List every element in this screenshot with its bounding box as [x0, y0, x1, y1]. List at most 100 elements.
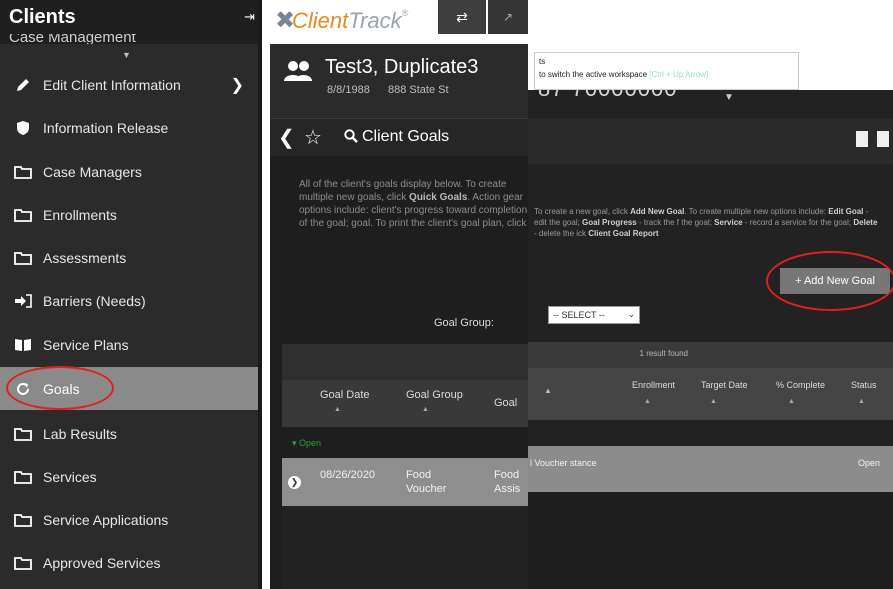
sidebar-item-label: Case Managers — [43, 163, 142, 180]
clienttrack-logo[interactable]: ClientTrack® — [292, 8, 408, 34]
edit-goal-link[interactable]: Edit Goal — [828, 207, 863, 216]
sidebar-item-information-release[interactable]: Information Release — [0, 106, 258, 149]
cell-goal: l Voucher stance — [530, 458, 597, 468]
pdf-icon[interactable] — [856, 131, 868, 147]
table-header: Goal Date ▲ Goal Group ▲ Goal — [282, 380, 528, 427]
cell-goal: Food Assis — [494, 469, 521, 495]
folder-icon — [12, 554, 34, 572]
sidebar-item-services[interactable]: Services — [0, 455, 258, 498]
pencil-icon — [12, 76, 34, 94]
column-header-target-date[interactable]: Target Date — [701, 380, 748, 390]
delete-link[interactable]: Delete — [853, 218, 877, 227]
client-goals-right-panel: 87 70000000 ▼ ts to switch the active wo… — [528, 0, 893, 589]
shield-icon — [12, 119, 34, 137]
folder-icon — [12, 511, 34, 529]
panel-divider — [262, 0, 270, 589]
screenshot-root: Clients ⇥ Case Management ▼ Edit Client … — [0, 0, 893, 589]
client-goal-report-link[interactable]: Client Goal Report — [588, 229, 658, 238]
sidebar-item-service-applications[interactable]: Service Applications — [0, 498, 258, 541]
client-name: Test3, Duplicate3 — [325, 56, 479, 78]
sort-icon[interactable]: ▲ — [788, 398, 795, 405]
quick-goals-link[interactable]: Quick Goals — [409, 192, 467, 203]
service-link[interactable]: Service — [714, 218, 742, 227]
table-header: ▲ Enrollment ▲ Target Date ▲ % Complete … — [528, 368, 893, 420]
description-text: - delete the — [534, 229, 575, 238]
sidebar-item-label: Service Applications — [43, 511, 169, 528]
workspace-tooltip: ts to switch the active workspace [Ctrl … — [534, 52, 799, 90]
column-header-percent-complete[interactable]: % Complete — [776, 380, 825, 390]
folder-icon — [12, 425, 34, 443]
description-text: ick — [576, 229, 587, 238]
add-new-goal-link[interactable]: Add New Goal — [630, 207, 684, 216]
sidebar-item-label: Services — [43, 468, 97, 485]
switch-workspace-button[interactable]: ⇄ — [438, 0, 486, 34]
cell-status: Open — [858, 458, 881, 468]
swap-icon: ⇄ — [456, 8, 468, 25]
sidebar-item-service-plans[interactable]: Service Plans — [0, 323, 258, 366]
sort-icon[interactable]: ▲ — [644, 398, 651, 405]
sidebar-item-assessments[interactable]: Assessments — [0, 236, 258, 279]
people-icon — [284, 60, 312, 87]
sidebar-item-case-managers[interactable]: Case Managers — [0, 150, 258, 193]
sort-icon[interactable]: ▲ — [544, 386, 552, 395]
client-address: 888 State St — [388, 84, 449, 96]
description-text: - track the — [638, 218, 675, 227]
sidebar-item-edit-client-information[interactable]: Edit Client Information ❯ — [0, 63, 258, 106]
chevron-down-icon[interactable]: ▼ — [724, 92, 734, 103]
description-text: f the goal; — [676, 218, 712, 227]
book-icon — [12, 336, 34, 354]
description-text: . To create multiple new — [684, 207, 769, 216]
chevron-down-icon[interactable]: ▼ — [122, 50, 131, 60]
page-nav-bar: ❮ ☆ Client Goals — [270, 118, 528, 156]
sidebar-item-barriers[interactable]: Barriers (Needs) — [0, 279, 258, 322]
column-header-goal-group[interactable]: Goal Group — [406, 389, 463, 401]
sidebar-title: Clients — [9, 6, 76, 28]
goal-progress-link[interactable]: Goal Progress — [582, 218, 637, 227]
sort-icon[interactable]: ▲ — [710, 398, 717, 405]
column-header-enrollment[interactable]: Enrollment — [632, 380, 675, 390]
folder-icon — [12, 206, 34, 224]
chevron-right-icon: ❯ — [230, 77, 244, 94]
sidebar-item-lab-results[interactable]: Lab Results — [0, 412, 258, 455]
sign-in-icon — [12, 292, 34, 310]
table-row[interactable] — [282, 458, 528, 506]
page-title: Client Goals — [362, 128, 450, 145]
client-dob: 8/8/1988 — [327, 84, 370, 96]
right-toolbar — [528, 118, 893, 164]
row-expand-icon[interactable]: ❯ — [288, 476, 301, 489]
group-open-row — [528, 420, 893, 446]
client-goals-panel: ✖ ClientTrack® ⇄ ↗ Test3, Duplicate3 8/8… — [270, 0, 528, 589]
sort-icon[interactable]: ▲ — [858, 398, 865, 405]
table-row[interactable] — [528, 446, 893, 492]
sidebar-item-label: Barriers (Needs) — [43, 292, 146, 309]
column-header-goal-date[interactable]: Goal Date — [320, 389, 370, 401]
back-icon[interactable]: ❮ — [278, 125, 295, 150]
sidebar-item-label: Lab Results — [43, 425, 117, 442]
column-header-status[interactable]: Status — [851, 380, 877, 390]
folder-icon — [12, 163, 34, 181]
sidebar-item-approved-services[interactable]: Approved Services — [0, 541, 258, 584]
goal-group-select[interactable]: -- SELECT -- ⌄ — [548, 306, 640, 324]
cell-goal-group: Food Voucher — [406, 469, 447, 495]
sort-icon[interactable]: ▲ — [422, 406, 429, 413]
trash-icon[interactable] — [877, 131, 889, 147]
description-text: goal. To print the client's goal plan, c… — [351, 218, 527, 229]
external-link-button[interactable]: ↗ — [488, 0, 528, 34]
description-text: - record a service for the goal; — [744, 218, 852, 227]
column-header-goal[interactable]: Goal — [494, 397, 517, 409]
star-icon[interactable]: ☆ — [304, 125, 322, 150]
pin-icon[interactable]: ⇥ — [244, 9, 258, 24]
result-count: 1 result found — [639, 349, 688, 358]
table-body-empty — [282, 506, 528, 589]
sidebar-item-enrollments[interactable]: Enrollments — [0, 193, 258, 236]
tooltip-text: ts — [539, 57, 546, 66]
chevron-down-icon: ⌄ — [627, 309, 635, 319]
app-top-bar: ✖ ClientTrack® ⇄ ↗ — [270, 0, 528, 44]
cell-goal-date: 08/26/2020 — [320, 469, 376, 481]
client-header: Test3, Duplicate3 8/8/1988 888 State St — [270, 44, 528, 118]
sidebar-item-label: Information Release — [43, 119, 169, 136]
sidebar-subtitle: Case Management — [9, 34, 136, 44]
tooltip-shortcut: [Ctrl + Up Arrow] — [649, 70, 709, 79]
sort-icon[interactable]: ▲ — [334, 406, 341, 413]
sidebar-header: Clients ⇥ Case Management — [0, 0, 262, 44]
